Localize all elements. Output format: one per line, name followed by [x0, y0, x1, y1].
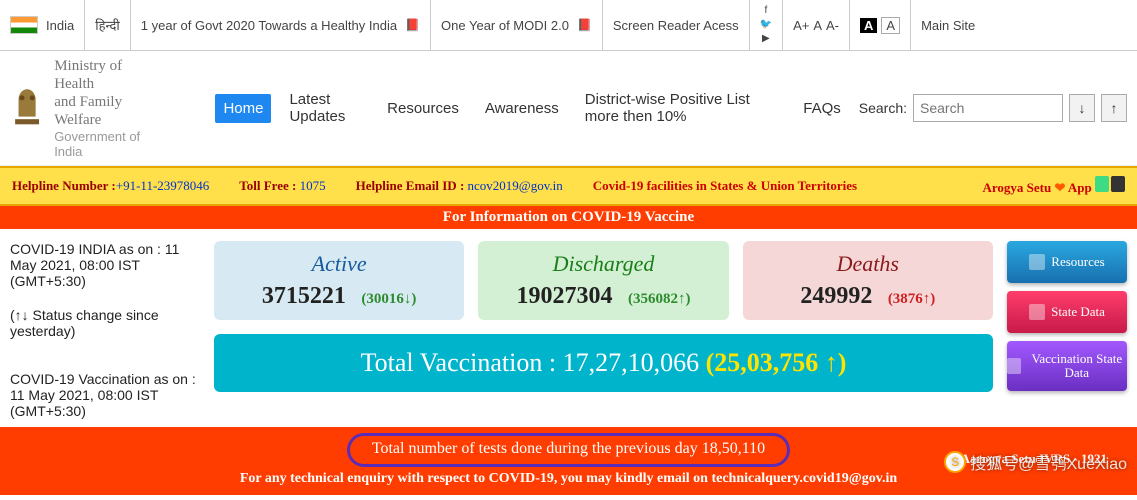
utility-bar: India हिन्दी 1 year of Govt 2020 Towards…: [0, 0, 1137, 51]
discharged-delta: (356082↑): [628, 291, 691, 307]
country-selector[interactable]: India: [0, 0, 85, 50]
org-title: Ministry of Health and Family Welfare Go…: [54, 57, 155, 159]
heart-icon: ❤: [1054, 180, 1065, 195]
helpline-email: Helpline Email ID : ncov2019@gov.in: [356, 178, 563, 194]
main-site-link[interactable]: Main Site: [911, 0, 985, 50]
scroll-up-button[interactable]: ↑: [1101, 94, 1127, 122]
site-header: Ministry of Health and Family Welfare Go…: [0, 51, 1137, 166]
active-delta: (30016↓): [361, 291, 416, 307]
contrast-tools: A A: [850, 0, 911, 50]
main-nav: Home Latest Updates Resources Awareness …: [215, 85, 848, 131]
org-line1: Ministry of Health: [54, 57, 155, 93]
discharged-heading: Discharged: [490, 251, 716, 277]
nav-district-list[interactable]: District-wise Positive List more then 10…: [577, 85, 785, 131]
vaccination-state-data-button[interactable]: Vaccination State Data: [1007, 341, 1127, 391]
toll-free: Toll Free : 1075: [239, 178, 325, 194]
font-size-tools: A+ A A-: [783, 0, 850, 50]
apple-icon[interactable]: [1111, 176, 1125, 192]
resources-icon: [1029, 254, 1045, 270]
org-line2: and Family Welfare: [54, 93, 155, 129]
deaths-delta: (3876↑): [888, 291, 936, 307]
stats-container: Active 3715221 (30016↓) Discharged 19027…: [214, 241, 993, 419]
tests-previous-day: Total number of tests done during the pr…: [347, 433, 790, 467]
stats-row: Active 3715221 (30016↓) Discharged 19027…: [214, 241, 993, 320]
arogya-setu-link[interactable]: Arogya Setu ❤ App: [982, 176, 1125, 196]
vaccination-card: Total Vaccination : 17,27,10,066 (25,03,…: [214, 334, 993, 392]
asof-label: COVID-19 INDIA as on : 11 May 2021, 08:0…: [10, 241, 200, 289]
font-increase-button[interactable]: A+: [793, 18, 809, 33]
flag-india-icon: [10, 16, 38, 34]
vaccine-info-banner[interactable]: For Information on COVID-19 Vaccine: [0, 206, 1137, 229]
active-heading: Active: [226, 251, 452, 277]
dashboard-main: COVID-19 INDIA as on : 11 May 2021, 08:0…: [0, 229, 1137, 427]
govt-year-link[interactable]: 1 year of Govt 2020 Towards a Healthy In…: [131, 0, 431, 50]
contrast-light-button[interactable]: A: [881, 17, 900, 34]
facilities-link[interactable]: Covid-19 facilities in States & Union Te…: [593, 178, 857, 194]
arogya-ivrs-label: Aarogya Setu IVRS - 1921: [961, 451, 1107, 467]
contrast-dark-button[interactable]: A: [860, 18, 877, 33]
discharged-card: Discharged 19027304 (356082↑): [478, 241, 728, 320]
vaccination-value: 17,27,10,066: [563, 348, 700, 377]
helpline-number: Helpline Number :+91-11-23978046: [12, 178, 209, 194]
language-link[interactable]: हिन्दी: [85, 0, 131, 50]
nav-home[interactable]: Home: [215, 94, 271, 123]
search-label: Search:: [859, 100, 907, 116]
state-data-icon: [1029, 304, 1045, 320]
search-input[interactable]: [913, 94, 1063, 122]
nav-awareness[interactable]: Awareness: [477, 94, 567, 123]
deaths-heading: Deaths: [755, 251, 981, 277]
discharged-value: 19027304: [516, 283, 612, 310]
font-decrease-button[interactable]: A-: [826, 18, 839, 33]
scroll-down-button[interactable]: ↓: [1069, 94, 1095, 122]
nav-resources[interactable]: Resources: [379, 94, 467, 123]
screen-reader-link[interactable]: Screen Reader Acess: [603, 0, 750, 50]
deaths-card: Deaths 249992 (3876↑): [743, 241, 993, 320]
twitter-icon[interactable]: 🐦: [760, 20, 772, 30]
android-icon[interactable]: [1095, 176, 1109, 192]
vaccination-label: Total Vaccination :: [361, 348, 557, 377]
active-value: 3715221: [262, 283, 346, 310]
social-links[interactable]: f 🐦 ▶: [750, 0, 783, 50]
footer-banner: Total number of tests done during the pr…: [0, 427, 1137, 495]
facebook-icon[interactable]: f: [764, 6, 767, 16]
active-card: Active 3715221 (30016↓): [214, 241, 464, 320]
resource-buttons: Resources State Data Vaccination State D…: [1007, 241, 1127, 419]
nav-latest-updates[interactable]: Latest Updates: [281, 85, 369, 131]
national-emblem-icon: [10, 81, 44, 136]
nav-faqs[interactable]: FAQs: [795, 94, 849, 123]
left-context-labels: COVID-19 INDIA as on : 11 May 2021, 08:0…: [10, 241, 200, 419]
deaths-value: 249992: [800, 283, 872, 310]
font-normal-button[interactable]: A: [813, 18, 822, 33]
org-sub: Government of India: [54, 129, 155, 159]
technical-enquiry-note: For any technical enquiry with respect t…: [10, 471, 1127, 487]
country-label: India: [46, 18, 74, 33]
resources-button[interactable]: Resources: [1007, 241, 1127, 283]
vaccination-asof-label: COVID-19 Vaccination as on : 11 May 2021…: [10, 371, 200, 419]
youtube-icon[interactable]: ▶: [762, 34, 770, 44]
helpline-bar: Helpline Number :+91-11-23978046 Toll Fr…: [0, 166, 1137, 206]
modi-year-link[interactable]: One Year of MODI 2.0: [431, 0, 603, 50]
app-store-icons[interactable]: [1095, 176, 1125, 192]
syringe-icon: [1007, 358, 1021, 374]
status-change-note: (↑↓ Status change since yesterday): [10, 307, 200, 339]
state-data-button[interactable]: State Data: [1007, 291, 1127, 333]
vaccination-delta: (25,03,756 ↑): [706, 348, 847, 377]
search-area: Search: ↓ ↑: [859, 94, 1127, 122]
